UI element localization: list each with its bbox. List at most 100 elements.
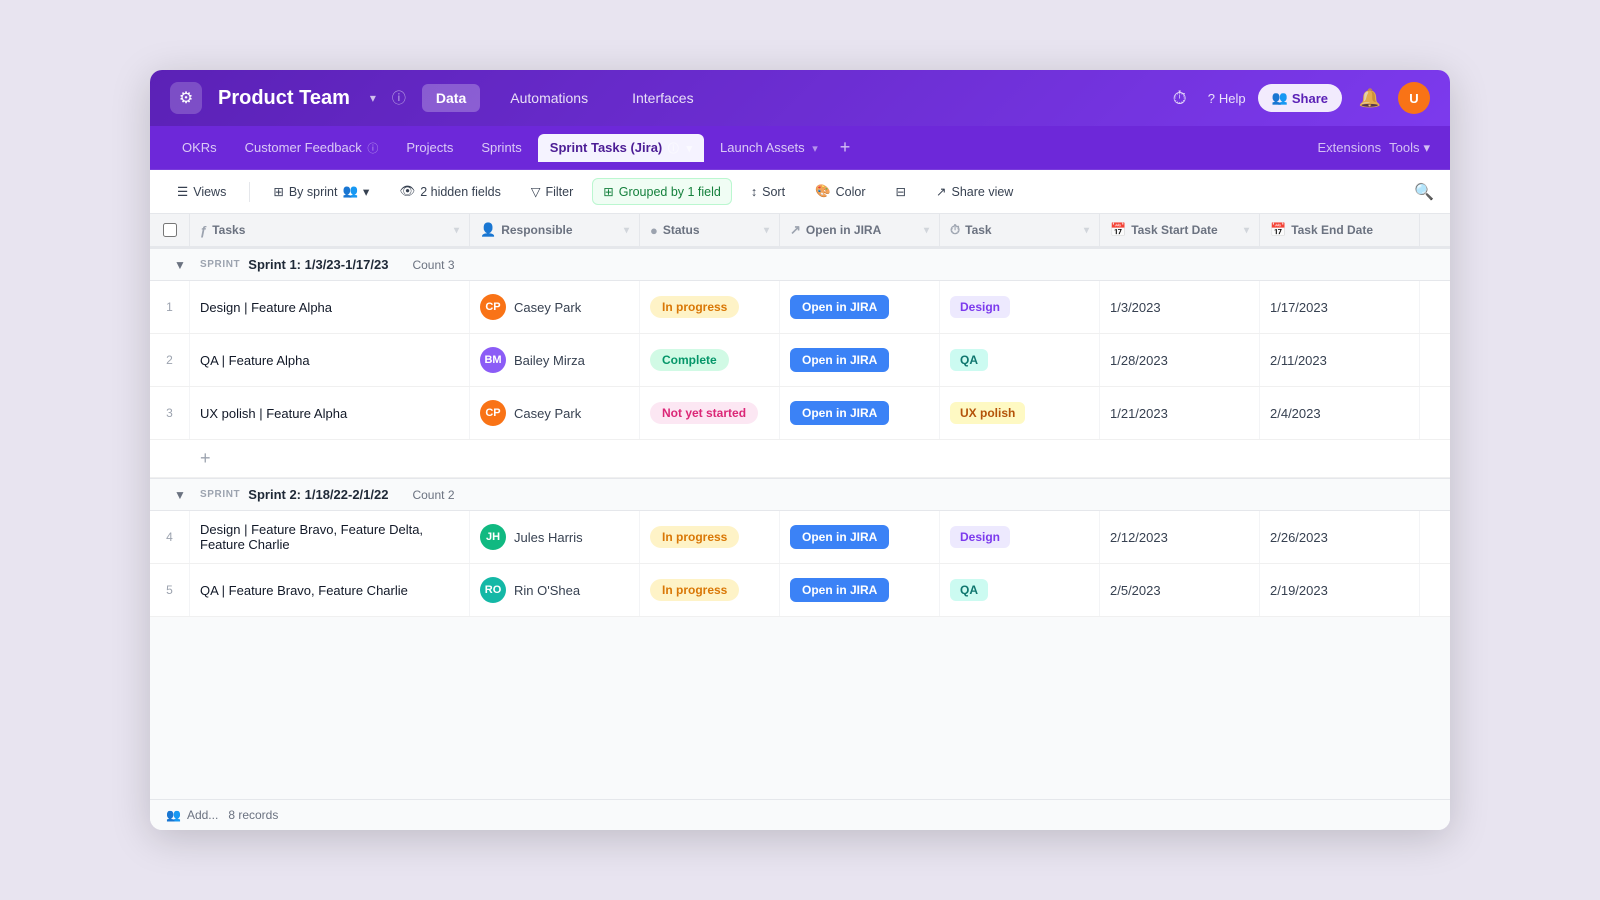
hidden-fields-button[interactable]: 👁 2 hidden fields — [388, 178, 512, 205]
column-width-button[interactable]: ⊟ — [885, 178, 917, 205]
th-jira: ↗ Open in JIRA ▾ — [780, 214, 940, 246]
bell-icon[interactable]: 🔔 — [1354, 82, 1386, 114]
td-jira[interactable]: Open in JIRA — [780, 281, 940, 333]
nav-right: ⏱ ? Help 👥 Share 🔔 U — [1164, 82, 1430, 114]
td-task-name[interactable]: QA | Feature Bravo, Feature Charlie — [190, 564, 470, 616]
tab-info-icon: ⓘ — [367, 143, 378, 155]
tab-customer-feedback[interactable]: Customer Feedback ⓘ — [233, 134, 391, 162]
th-status-chevron: ▾ — [764, 225, 769, 236]
th-start-date-icon: 📅 — [1110, 222, 1126, 238]
status-badge: In progress — [650, 296, 739, 318]
td-task-name[interactable]: Design | Feature Bravo, Feature Delta, F… — [190, 511, 470, 563]
sprint1-add-record-button[interactable]: + — [200, 448, 211, 469]
select-all-checkbox[interactable] — [163, 223, 177, 237]
color-button[interactable]: 🎨 Color — [804, 178, 876, 205]
tabs-right: Extensions Tools ▾ — [1318, 140, 1430, 156]
by-sprint-button[interactable]: ⊞ By sprint 👥 ▾ — [262, 178, 380, 205]
th-task-chevron: ▾ — [1084, 225, 1089, 236]
td-responsible: RO Rin O'Shea — [470, 564, 640, 616]
jira-button[interactable]: Open in JIRA — [790, 401, 889, 425]
grouped-button[interactable]: ⊞ Grouped by 1 field — [592, 178, 732, 205]
workspace-info-icon[interactable]: ⓘ — [392, 88, 406, 108]
toolbar-divider-1 — [249, 182, 250, 202]
columns-icon: ⊟ — [896, 184, 906, 199]
table-row: 4 Design | Feature Bravo, Feature Delta,… — [150, 511, 1450, 564]
td-task-tag: Design — [940, 281, 1100, 333]
td-end-date: 2/4/2023 — [1260, 387, 1420, 439]
td-task-tag: QA — [940, 334, 1100, 386]
td-responsible: BM Bailey Mirza — [470, 334, 640, 386]
td-task-name[interactable]: QA | Feature Alpha — [190, 334, 470, 386]
avatar: CP — [480, 400, 506, 426]
tools-button[interactable]: Tools ▾ — [1389, 140, 1430, 156]
sprint1-collapse-button[interactable]: ▼ — [160, 258, 200, 272]
sprint2-label: SPRINT Sprint 2: 1/18/22-2/1/22 Count 2 — [200, 487, 480, 502]
tab-dropdown-icon: ▾ — [687, 143, 693, 155]
td-status: In progress — [640, 281, 780, 333]
th-checkbox[interactable] — [150, 214, 190, 246]
td-task-name[interactable]: UX polish | Feature Alpha — [190, 387, 470, 439]
task-tag: Design — [950, 296, 1010, 318]
td-task-tag: UX polish — [940, 387, 1100, 439]
by-sprint-users-icon: 👥 — [342, 184, 358, 199]
tools-chevron-icon: ▾ — [1423, 140, 1430, 156]
app-logo-icon: ⚙ — [170, 82, 202, 114]
table-footer: 👥 Add... 8 records — [150, 799, 1450, 830]
add-tab-button[interactable]: + — [834, 137, 857, 158]
tab-projects[interactable]: Projects — [394, 134, 465, 161]
avatar: RO — [480, 577, 506, 603]
jira-button[interactable]: Open in JIRA — [790, 525, 889, 549]
tab-launch-chevron-icon: ▾ — [812, 143, 818, 155]
tabs-row: OKRs Customer Feedback ⓘ Projects Sprint… — [150, 126, 1450, 170]
th-responsible-chevron: ▾ — [624, 225, 629, 236]
tab-sprints[interactable]: Sprints — [469, 134, 533, 161]
add-record-button[interactable]: 👥 Add... — [166, 808, 218, 822]
share-button[interactable]: 👥 Share — [1258, 84, 1342, 112]
td-jira[interactable]: Open in JIRA — [780, 511, 940, 563]
td-start-date: 1/3/2023 — [1100, 281, 1260, 333]
status-badge: In progress — [650, 526, 739, 548]
search-button[interactable]: 🔍 — [1414, 182, 1434, 202]
jira-button[interactable]: Open in JIRA — [790, 578, 889, 602]
tab-sprint-info-icon: ⓘ — [668, 143, 679, 155]
sprint1-add-row: + — [150, 440, 1450, 478]
sprint2-header: ▼ SPRINT Sprint 2: 1/18/22-2/1/22 Count … — [150, 478, 1450, 511]
td-end-date: 2/19/2023 — [1260, 564, 1420, 616]
nav-tab-automations[interactable]: Automations — [496, 84, 602, 112]
nav-tab-interfaces[interactable]: Interfaces — [618, 84, 707, 112]
share-view-button[interactable]: ↗ Share view — [925, 178, 1024, 205]
td-end-date: 1/17/2023 — [1260, 281, 1420, 333]
jira-button[interactable]: Open in JIRA — [790, 295, 889, 319]
extensions-button[interactable]: Extensions — [1318, 140, 1382, 155]
td-jira[interactable]: Open in JIRA — [780, 334, 940, 386]
table-row: 3 UX polish | Feature Alpha CP Casey Par… — [150, 387, 1450, 440]
td-row-num: 5 — [150, 564, 190, 616]
avatar: BM — [480, 347, 506, 373]
filter-button[interactable]: ▽ Filter — [520, 178, 584, 205]
th-jira-icon: ↗ — [790, 222, 801, 238]
views-button[interactable]: ☰ Views — [166, 178, 237, 205]
nav-tab-data[interactable]: Data — [422, 84, 480, 112]
history-icon[interactable]: ⏱ — [1164, 82, 1196, 114]
tab-launch-assets[interactable]: Launch Assets ▾ — [708, 134, 830, 161]
th-tasks-icon: ƒ — [200, 223, 207, 238]
users-icon: 👥 — [1272, 90, 1288, 106]
td-jira[interactable]: Open in JIRA — [780, 387, 940, 439]
table-wrapper: ƒ Tasks ▾ 👤 Responsible ▾ ● Status ▾ ↗ O… — [150, 214, 1450, 617]
jira-button[interactable]: Open in JIRA — [790, 348, 889, 372]
th-responsible: 👤 Responsible ▾ — [470, 214, 640, 246]
app-window: ⚙ Product Team ▾ ⓘ Data Automations Inte… — [150, 70, 1450, 830]
sprint2-collapse-button[interactable]: ▼ — [160, 488, 200, 502]
sprint1-count: Count 3 — [412, 258, 454, 272]
tab-sprint-tasks[interactable]: Sprint Tasks (Jira) ⓘ ▾ — [538, 134, 704, 162]
td-task-name[interactable]: Design | Feature Alpha — [190, 281, 470, 333]
td-jira[interactable]: Open in JIRA — [780, 564, 940, 616]
sprint1-group: ▼ SPRINT Sprint 1: 1/3/23-1/17/23 Count … — [150, 248, 1450, 478]
task-tag: QA — [950, 579, 988, 601]
grid-icon: ⊞ — [273, 184, 283, 199]
th-task: ⏱ Task ▾ — [940, 214, 1100, 246]
user-avatar[interactable]: U — [1398, 82, 1430, 114]
help-button[interactable]: ? Help — [1208, 91, 1246, 106]
sort-button[interactable]: ↕ Sort — [740, 179, 796, 205]
tab-okrs[interactable]: OKRs — [170, 134, 229, 161]
